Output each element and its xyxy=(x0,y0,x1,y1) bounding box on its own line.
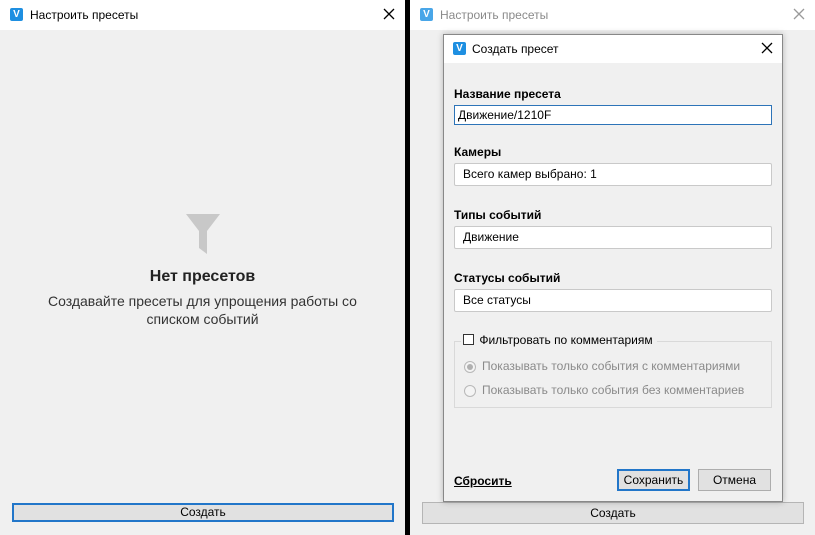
create-button[interactable]: Создать xyxy=(422,502,804,524)
cameras-label: Камеры xyxy=(454,145,502,159)
presets-window-left: V Настроить пресеты Нет пресетов Создава… xyxy=(0,0,405,535)
radio-without-comments-row[interactable]: Показывать только события без комментари… xyxy=(464,383,744,397)
filter-funnel-icon xyxy=(186,214,220,254)
empty-state-description: Создавайте пресеты для упрощения работы … xyxy=(48,293,357,327)
event-types-field[interactable]: Движение xyxy=(454,226,772,249)
app-logo-icon: V xyxy=(453,42,466,55)
comments-filter-group xyxy=(454,341,772,408)
event-types-label: Типы событий xyxy=(454,208,542,222)
save-button[interactable]: Сохранить xyxy=(617,469,690,491)
radio-with-comments[interactable] xyxy=(464,360,476,373)
dialog-title: Создать пресет xyxy=(472,42,559,56)
cameras-field[interactable]: Всего камер выбрано: 1 xyxy=(454,163,772,186)
window-title: Настроить пресеты xyxy=(30,8,139,22)
filter-comments-checkbox-row[interactable]: Фильтровать по комментариям xyxy=(461,332,657,348)
window-title: Настроить пресеты xyxy=(440,8,549,22)
app-logo-icon: V xyxy=(420,8,433,21)
radio-without-comments-label: Показывать только события без комментари… xyxy=(482,383,745,397)
close-icon[interactable] xyxy=(792,5,806,23)
title-bar: V Настроить пресеты xyxy=(0,0,405,30)
preset-name-input[interactable]: Движение/1210F xyxy=(454,105,772,125)
event-statuses-label: Статусы событий xyxy=(454,271,561,285)
create-preset-dialog: V Создать пресет Название пресета Движен… xyxy=(443,34,783,502)
empty-state-title: Нет пресетов xyxy=(149,268,256,285)
app-logo-icon: V xyxy=(10,8,23,21)
filter-comments-label: Фильтровать по комментариям xyxy=(479,332,653,347)
create-button[interactable]: Создать xyxy=(12,503,394,522)
close-icon[interactable] xyxy=(760,39,774,57)
filter-comments-checkbox[interactable] xyxy=(463,334,474,346)
preset-name-label: Название пресета xyxy=(454,87,561,101)
title-bar: V Настроить пресеты xyxy=(410,0,815,30)
event-statuses-field[interactable]: Все статусы xyxy=(454,289,772,312)
radio-with-comments-row[interactable]: Показывать только события с комментариям… xyxy=(464,359,740,373)
radio-without-comments[interactable] xyxy=(464,384,476,397)
close-icon[interactable] xyxy=(382,5,396,23)
cancel-button[interactable]: Отмена xyxy=(698,469,771,491)
dialog-title-bar: V Создать пресет xyxy=(444,35,782,63)
radio-with-comments-label: Показывать только события с комментариям… xyxy=(482,359,741,373)
reset-link[interactable]: Сбросить xyxy=(454,474,512,488)
